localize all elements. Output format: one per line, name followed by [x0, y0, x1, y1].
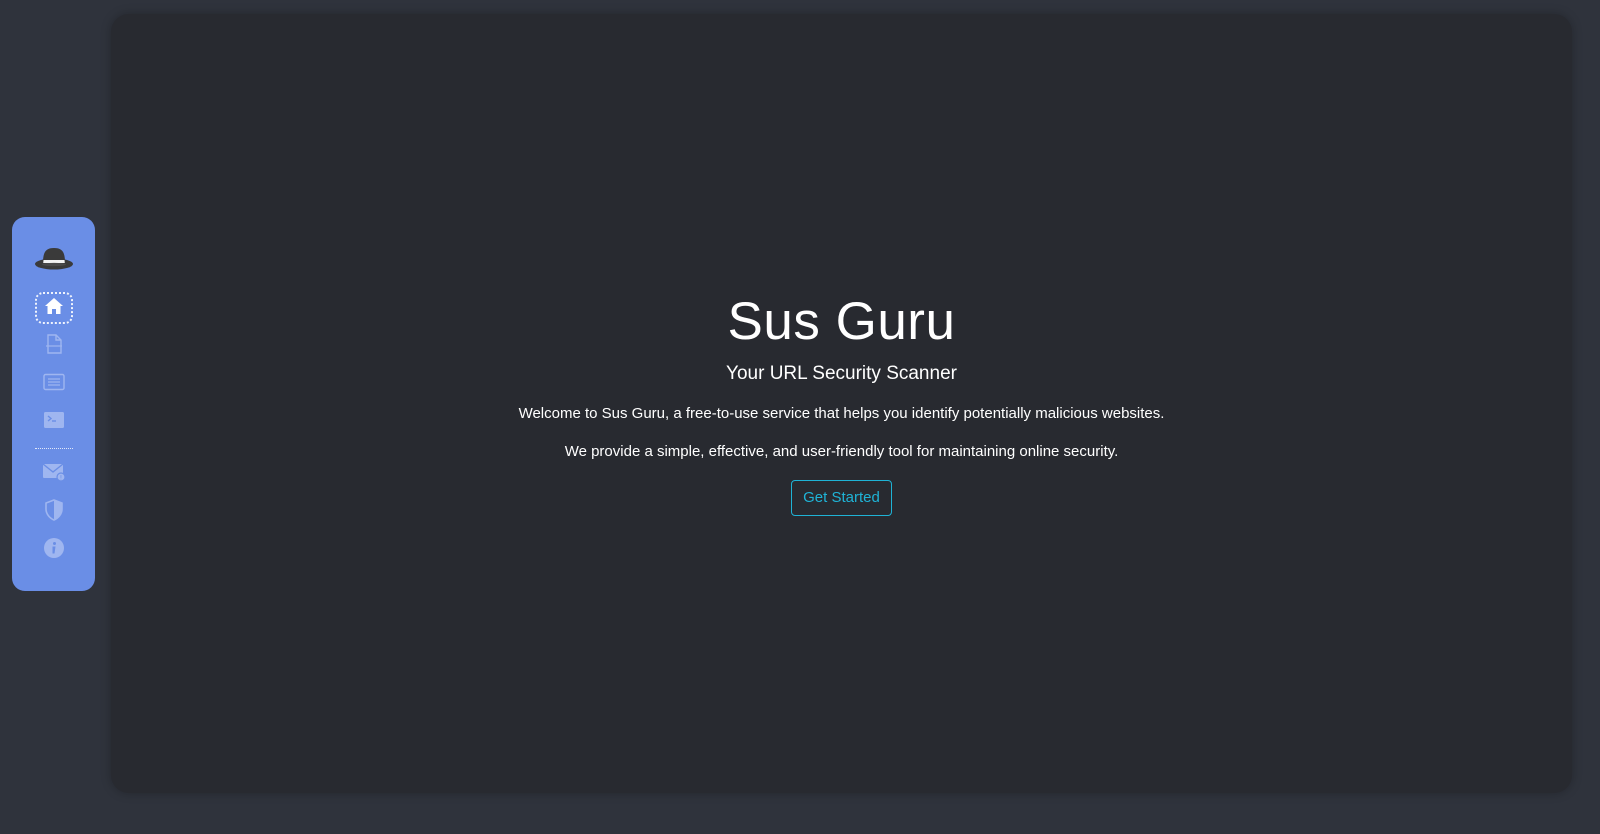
get-started-button[interactable]: Get Started	[791, 480, 892, 516]
sidebar-item-list[interactable]	[35, 368, 73, 400]
main-panel: Sus Guru Your URL Security Scanner Welco…	[111, 14, 1572, 793]
sidebar-item-mail[interactable]: !	[35, 458, 73, 490]
welcome-text: Welcome to Sus Guru, a free-to-use servi…	[518, 405, 1165, 422]
sidebar-item-about[interactable]	[35, 534, 73, 566]
mail-icon: !	[42, 462, 66, 487]
svg-text:!: !	[59, 474, 61, 481]
hero-section: Sus Guru Your URL Security Scanner Welco…	[111, 292, 1572, 516]
terminal-icon	[43, 411, 65, 434]
page-subtitle: Your URL Security Scanner	[726, 363, 957, 384]
info-icon	[43, 537, 65, 564]
document-icon	[44, 333, 64, 360]
sidebar-nav: !	[12, 217, 95, 591]
home-icon	[44, 296, 64, 321]
list-icon	[42, 373, 65, 396]
description-text: We provide a simple, effective, and user…	[564, 443, 1119, 460]
sidebar-item-security[interactable]	[35, 496, 73, 528]
sidebar-item-home[interactable]	[34, 292, 73, 324]
shield-icon	[44, 498, 64, 526]
hat-logo-icon[interactable]	[34, 245, 74, 271]
sidebar-item-terminal[interactable]	[35, 406, 73, 438]
sidebar-divider	[34, 448, 73, 449]
page-title: Sus Guru	[727, 292, 956, 351]
sidebar-item-report[interactable]	[35, 330, 73, 362]
